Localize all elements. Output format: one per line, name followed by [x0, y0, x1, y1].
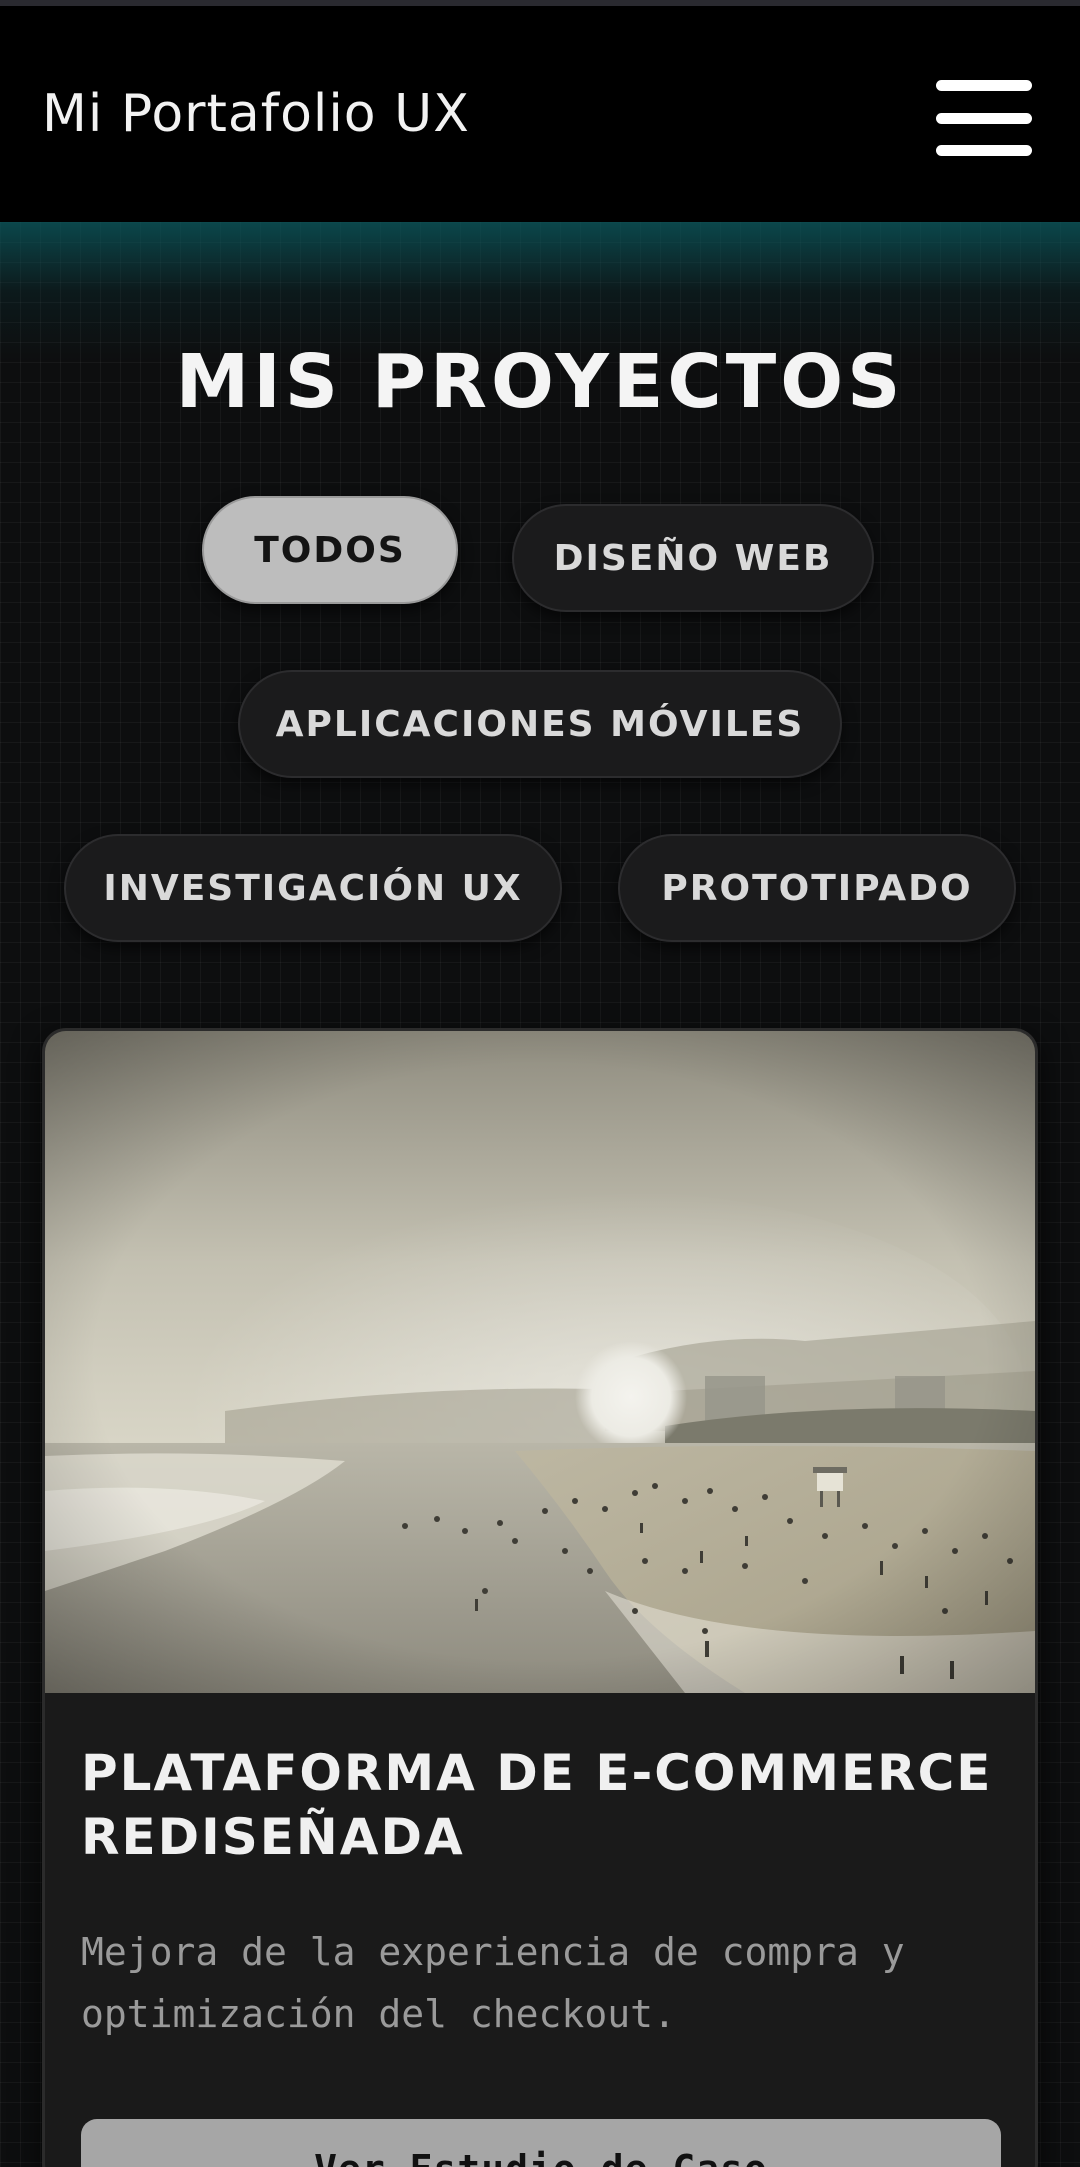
menu-line [936, 80, 1032, 91]
project-title: PLATAFORMA DE E-COMMERCE REDISEÑADA [81, 1741, 1011, 1869]
view-case-study-button[interactable]: Ver Estudio de Caso [81, 2119, 1001, 2167]
project-card[interactable]: PLATAFORMA DE E-COMMERCE REDISEÑADA Mejo… [42, 1028, 1038, 2167]
menu-line [936, 145, 1032, 156]
filter-prototipado[interactable]: PROTOTIPADO [618, 834, 1016, 942]
project-description-line: Mejora de la experiencia de compra y [81, 1930, 905, 1974]
project-title-line: REDISEÑADA [81, 1808, 465, 1866]
filter-aplicaciones-moviles[interactable]: APLICACIONES MÓVILES [238, 670, 842, 778]
beach-photo [45, 1031, 1035, 1693]
site-brand[interactable]: Mi Portafolio UX [42, 84, 470, 144]
project-description: Mejora de la experiencia de compra y opt… [81, 1921, 1011, 2045]
filter-investigacion-ux[interactable]: INVESTIGACIÓN UX [64, 834, 562, 942]
hamburger-menu-icon[interactable] [936, 80, 1032, 156]
project-description-line: optimización del checkout. [81, 1992, 676, 2036]
menu-line [936, 113, 1032, 124]
page-title: MIS PROYECTOS [175, 339, 905, 425]
project-title-line: PLATAFORMA DE E-COMMERCE [81, 1744, 993, 1802]
app-header: Mi Portafolio UX [0, 6, 1080, 223]
filter-diseno-web[interactable]: DISEÑO WEB [512, 504, 874, 612]
filter-todos[interactable]: TODOS [202, 496, 458, 604]
